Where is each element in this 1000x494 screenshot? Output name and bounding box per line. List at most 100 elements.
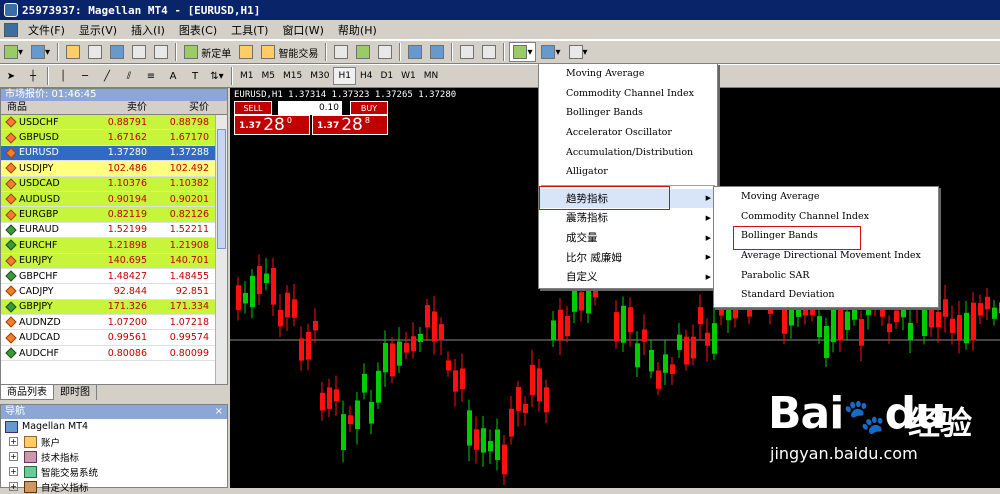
navigator-button[interactable] [107, 42, 127, 62]
menu-bill-williams[interactable]: 比尔 威廉姆 ▶ [539, 247, 717, 267]
line-chart-button[interactable] [375, 42, 395, 62]
header-bid[interactable]: 卖价 [89, 101, 151, 114]
tf-m15[interactable]: M15 [279, 67, 306, 85]
menu-charts[interactable]: 图表(C) [172, 22, 224, 38]
menu-view[interactable]: 显示(V) [72, 22, 124, 38]
trend-line-button[interactable]: ╱ [97, 66, 117, 86]
sub-std-dev[interactable]: Standard Deviation [714, 285, 938, 305]
profiles-button[interactable]: ▾ [28, 42, 53, 62]
vertical-line-button[interactable]: │ [53, 66, 73, 86]
menu-tools[interactable]: 工具(T) [224, 22, 275, 38]
table-row[interactable]: EURCHF 1.21898 1.21908 [1, 238, 227, 254]
table-row[interactable]: EURJPY 140.695 140.701 [1, 253, 227, 269]
market-watch-button[interactable] [63, 42, 83, 62]
expert-advisors-button[interactable]: 智能交易 [258, 42, 321, 62]
new-chart-button[interactable]: ▾ [1, 42, 26, 62]
header-symbol[interactable]: 商品 [1, 101, 89, 114]
table-row[interactable]: GBPJPY 171.326 171.334 [1, 299, 227, 316]
fibonacci-button[interactable]: ≡ [141, 66, 161, 86]
table-row[interactable]: CADJPY 92.844 92.851 [1, 284, 227, 300]
expand-icon[interactable]: + [9, 452, 18, 461]
market-watch-scrollbar[interactable] [215, 115, 227, 387]
menu-oscillators[interactable]: 震荡指标 ▶ [539, 208, 717, 228]
tab-tick-chart[interactable]: 即时图 [54, 385, 97, 400]
cursor-button[interactable]: ➤ [1, 66, 21, 86]
expand-icon[interactable]: + [9, 437, 18, 446]
sell-button[interactable]: SELL [234, 101, 272, 115]
menu-custom[interactable]: 自定义 ▶ [539, 267, 717, 287]
menu-window[interactable]: 窗口(W) [275, 22, 330, 38]
templates-button[interactable]: ▾ [566, 42, 591, 62]
crosshair-button[interactable]: ┼ [23, 66, 43, 86]
menu-insert[interactable]: 插入(I) [124, 22, 172, 38]
sub-moving-average[interactable]: Moving Average [714, 187, 938, 207]
tf-m30[interactable]: M30 [306, 67, 333, 85]
candle-chart-button[interactable] [353, 42, 373, 62]
menu-bollinger[interactable]: Bollinger Bands [539, 103, 717, 123]
tf-mn[interactable]: MN [420, 67, 443, 85]
tf-m5[interactable]: M5 [258, 67, 280, 85]
toolbar-separator [47, 67, 49, 85]
text-button[interactable]: A [163, 66, 183, 86]
buy-button[interactable]: BUY [350, 101, 388, 115]
chart-shift-button[interactable] [479, 42, 499, 62]
menu-file[interactable]: 文件(F) [21, 22, 72, 38]
scroll-thumb[interactable] [217, 129, 226, 249]
meta-editor-button[interactable] [236, 42, 256, 62]
horizontal-line-button[interactable]: ─ [75, 66, 95, 86]
table-row[interactable]: GBPUSD 1.67162 1.67170 [1, 130, 227, 146]
menu-help[interactable]: 帮助(H) [331, 22, 384, 38]
expand-icon[interactable]: + [9, 467, 18, 476]
menu-volumes[interactable]: 成交量 ▶ [539, 228, 717, 248]
data-window-button[interactable] [85, 42, 105, 62]
table-row[interactable]: AUDUSD 0.90194 0.90201 [1, 191, 227, 208]
lot-size-input[interactable]: 0.10 [278, 101, 342, 115]
tf-h1[interactable]: H1 [333, 67, 356, 85]
nav-root[interactable]: Magellan MT4 [1, 419, 227, 434]
table-row[interactable]: USDCHF 0.88791 0.88798 [1, 115, 227, 131]
tf-h4[interactable]: H4 [356, 67, 377, 85]
table-row[interactable]: AUDNZD 1.07200 1.07218 [1, 315, 227, 331]
menu-accelerator[interactable]: Accelerator Oscillator [539, 123, 717, 143]
zoom-in-button[interactable] [405, 42, 425, 62]
indicators-button[interactable]: ▾ [509, 42, 537, 62]
table-row[interactable]: AUDCAD 0.99561 0.99574 [1, 330, 227, 346]
buy-price[interactable]: 1.37 28 8 [312, 115, 388, 135]
tester-button[interactable] [151, 42, 171, 62]
nav-accounts[interactable]: + 账户 [1, 434, 227, 449]
sell-price[interactable]: 1.37 28 0 [234, 115, 310, 135]
close-icon[interactable]: × [215, 405, 227, 419]
text-label-button[interactable]: T [185, 66, 205, 86]
zoom-out-button[interactable] [427, 42, 447, 62]
auto-scroll-button[interactable] [457, 42, 477, 62]
periodicity-button[interactable]: ▾ [538, 42, 563, 62]
new-order-button[interactable]: 新定单 [181, 42, 234, 62]
header-ask[interactable]: 买价 [151, 101, 213, 114]
sub-parabolic-sar[interactable]: Parabolic SAR [714, 265, 938, 285]
table-row[interactable]: EURGBP 0.82119 0.82126 [1, 207, 227, 223]
menu-accumulation[interactable]: Accumulation/Distribution [539, 142, 717, 162]
bar-chart-button[interactable] [331, 42, 351, 62]
tf-m1[interactable]: M1 [236, 67, 258, 85]
arrows-button[interactable]: ⇅▾ [207, 66, 227, 86]
expand-icon[interactable]: + [9, 482, 18, 491]
tab-symbols[interactable]: 商品列表 [0, 385, 54, 400]
menu-alligator[interactable]: Alligator [539, 162, 717, 182]
nav-custom-indicators[interactable]: + 自定义指标 [1, 479, 227, 494]
terminal-button[interactable] [129, 42, 149, 62]
table-row[interactable]: EURUSD 1.37280 1.37288 [1, 145, 227, 162]
table-row[interactable]: USDCAD 1.10376 1.10382 [1, 176, 227, 192]
table-row[interactable]: AUDCHF 0.80086 0.80099 [1, 346, 227, 362]
menu-moving-average[interactable]: Moving Average [539, 64, 717, 84]
table-row[interactable]: GBPCHF 1.48427 1.48455 [1, 269, 227, 285]
table-row[interactable]: USDJPY 102.486 102.492 [1, 161, 227, 177]
nav-indicators[interactable]: + 技术指标 [1, 449, 227, 464]
menu-cci[interactable]: Commodity Channel Index [539, 84, 717, 104]
submenu-arrow-icon: ▶ [705, 253, 711, 262]
sub-cci[interactable]: Commodity Channel Index [714, 207, 938, 227]
tf-w1[interactable]: W1 [397, 67, 420, 85]
nav-experts[interactable]: + 智能交易系统 [1, 464, 227, 479]
tf-d1[interactable]: D1 [376, 67, 397, 85]
table-row[interactable]: EURAUD 1.52199 1.52211 [1, 223, 227, 239]
channel-button[interactable]: ⫽ [119, 66, 139, 86]
